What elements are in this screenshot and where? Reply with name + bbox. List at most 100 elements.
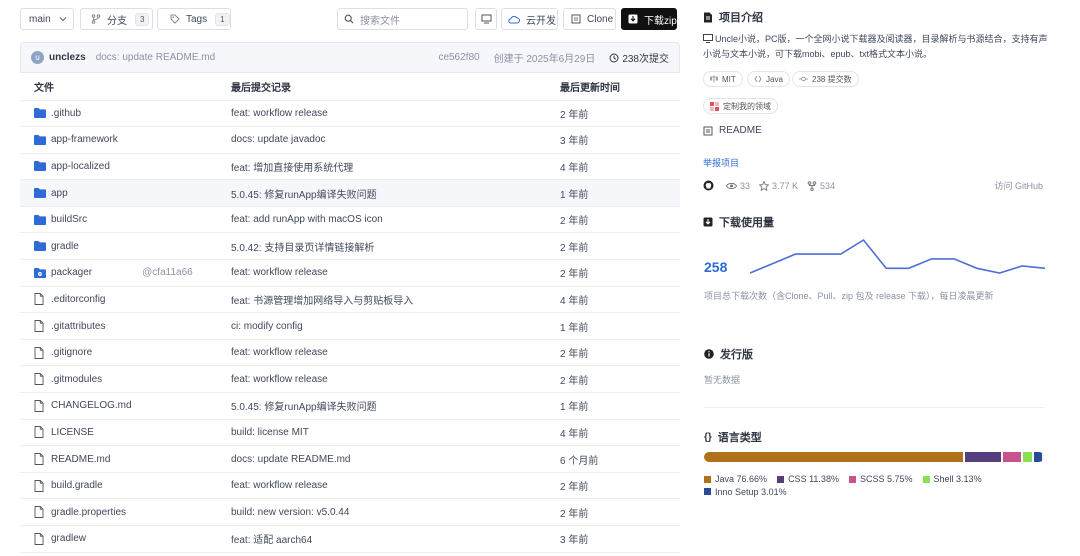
file-name[interactable]: app-localized [51,161,110,172]
commit-message[interactable]: feat: 书源管理增加网络导入与剪贴板导入 [217,286,546,314]
file-name[interactable]: packager [51,267,92,278]
table-row[interactable]: gradle.properties build: new version: v5.… [20,498,680,526]
table-row[interactable]: .gitattributes ci: modify config 1 年前 [20,312,680,340]
readme-label: README [719,125,762,136]
avatar[interactable]: u [31,51,44,64]
file-name[interactable]: .editorconfig [51,294,105,305]
language-segment [704,452,965,462]
table-row[interactable]: .gitignore feat: workflow release 2 年前 [20,339,680,367]
file-search-input[interactable]: 搜索文件 [337,8,468,30]
tags-button[interactable]: Tags 1 [157,8,231,30]
readme-link[interactable]: README [703,125,762,136]
report-link[interactable]: 举报项目 [703,156,739,169]
commit-message[interactable]: 5.0.42: 支持目录页详情链接解析 [217,232,546,261]
col-commit: 最后提交记录 [217,73,546,101]
commits-tag[interactable]: 238 提交数 [792,71,859,87]
release-empty-text: 暂无数据 [704,375,741,385]
downloads-title: 下载使用量 [703,214,774,230]
updated-time: 2 年前 [546,232,680,261]
updated-time: 2 年前 [546,498,680,526]
color-swatch [848,475,856,483]
table-row[interactable]: app-framework docs: update javadoc 3 年前 [20,126,680,154]
license-label: MIT [722,74,736,84]
commit-hash[interactable]: ce562f80 [438,52,479,63]
table-row[interactable]: .github feat: workflow release 2 年前 [20,100,680,128]
table-row[interactable]: gradle 5.0.42: 支持目录页详情链接解析 2 年前 [20,232,680,261]
updated-time: 1 年前 [546,392,680,420]
commit-message[interactable]: feat: workflow release [217,472,546,500]
github-icon[interactable] [703,180,717,191]
file-name[interactable]: buildSrc [51,214,87,225]
clone-button[interactable]: Clone [563,8,616,30]
fork-count[interactable]: 534 [807,181,835,191]
language-name: SCSS [859,474,885,484]
license-tag[interactable]: MIT [703,71,743,87]
table-row[interactable]: CHANGELOG.md 5.0.45: 修复runApp编译失败问题 1 年前 [20,392,680,420]
file-name[interactable]: .gitignore [51,347,92,358]
commit-message[interactable]: 5.0.45: 修复runApp编译失败问题 [217,179,546,207]
updated-time: 6 个月前 [546,445,680,473]
table-row[interactable]: app 5.0.45: 修复runApp编译失败问题 1 年前 [20,179,680,207]
file-name[interactable]: app [51,188,68,199]
commit-message[interactable]: docs: update README.md [96,52,216,63]
table-row[interactable]: .editorconfig feat: 书源管理增加网络导入与剪贴板导入 4 年前 [20,286,680,314]
table-row[interactable]: buildSrc feat: add runApp with macOS icon… [20,206,680,234]
download-zip-button[interactable]: 下载zip [621,8,677,30]
file-name[interactable]: LICENSE [51,427,94,438]
downloads-sparkline [750,238,1045,274]
commit-message[interactable]: feat: workflow release [217,100,546,128]
commit-author[interactable]: unclezs [49,52,86,63]
submodule-ref[interactable]: @cfa11a66 [142,267,193,278]
file-name[interactable]: .gitmodules [51,374,102,385]
web-ide-button[interactable] [475,8,497,30]
visit-github-link[interactable]: 访问 GitHub [994,179,1043,192]
commit-count-link[interactable]: 238次提交 [609,50,669,65]
file-name[interactable]: .github [51,108,81,119]
branch-name: main [29,13,51,25]
table-row[interactable]: app-localized feat: 增加直接使用系统代理 4 年前 [20,153,680,181]
file-name[interactable]: gradle.properties [51,507,126,518]
commit-message[interactable]: feat: 增加直接使用系统代理 [217,153,546,181]
file-name[interactable]: README.md [51,454,110,465]
commit-message[interactable]: feat: add runApp with macOS icon [217,206,546,234]
table-row[interactable]: build.gradle feat: workflow release 2 年前 [20,472,680,500]
custom-domain-tag[interactable]: 定制我的领域 [703,98,778,114]
cloud-dev-button[interactable]: 云开发 [501,8,558,30]
language-legend-item: Java 76.66% [704,473,767,485]
branch-select[interactable]: main [20,8,74,30]
commit-message[interactable]: docs: update README.md [217,445,546,473]
created-date: 创建于 2025年6月29日 [493,54,596,65]
table-row[interactable]: README.md docs: update README.md 6 个月前 [20,445,680,473]
file-name[interactable]: .gitattributes [51,321,105,332]
table-row[interactable]: LICENSE build: license MIT 4 年前 [20,419,680,447]
branches-button[interactable]: 分支 3 [80,8,153,30]
commit-message[interactable]: docs: update javadoc [217,126,546,154]
file-name[interactable]: CHANGELOG.md [51,400,132,411]
commit-message[interactable]: feat: workflow release [217,339,546,367]
file-name[interactable]: gradlew [51,533,86,544]
language-legend: Java 76.66% CSS 11.38% SCSS 5.75% Shell 3.1… [704,473,1049,498]
commit-message[interactable]: ci: modify config [217,312,546,340]
folder-icon [34,134,46,146]
table-row[interactable]: .gitmodules feat: workflow release 2 年前 [20,365,680,394]
file-name[interactable]: gradle [51,241,79,252]
language-bar [704,452,1044,462]
commit-message[interactable]: build: license MIT [217,419,546,447]
updated-time: 2 年前 [546,339,680,367]
watch-count[interactable]: 33 [726,181,750,191]
commit-message[interactable]: build: new version: v5.0.44 [217,498,546,526]
commits-label: 238 提交数 [812,74,852,84]
table-row[interactable]: packager @cfa11a66 feat: workflow release 2… [20,259,680,287]
commit-message[interactable]: 5.0.45: 修复runApp编译失败问题 [217,392,546,420]
file-name[interactable]: app-framework [51,134,118,145]
book-icon [703,126,713,136]
commit-message[interactable]: feat: 适配 aarch64 [217,525,546,553]
downloads-count: 258 [704,259,728,275]
file-name[interactable]: build.gradle [51,480,103,491]
language-tag[interactable]: Java [747,71,790,87]
table-row[interactable]: gradlew feat: 适配 aarch64 3 年前 [20,525,680,553]
star-count[interactable]: 3.77 K [759,180,798,191]
commit-message[interactable]: feat: workflow release [217,365,546,394]
color-swatch [922,475,930,483]
commit-message[interactable]: feat: workflow release [217,259,546,287]
